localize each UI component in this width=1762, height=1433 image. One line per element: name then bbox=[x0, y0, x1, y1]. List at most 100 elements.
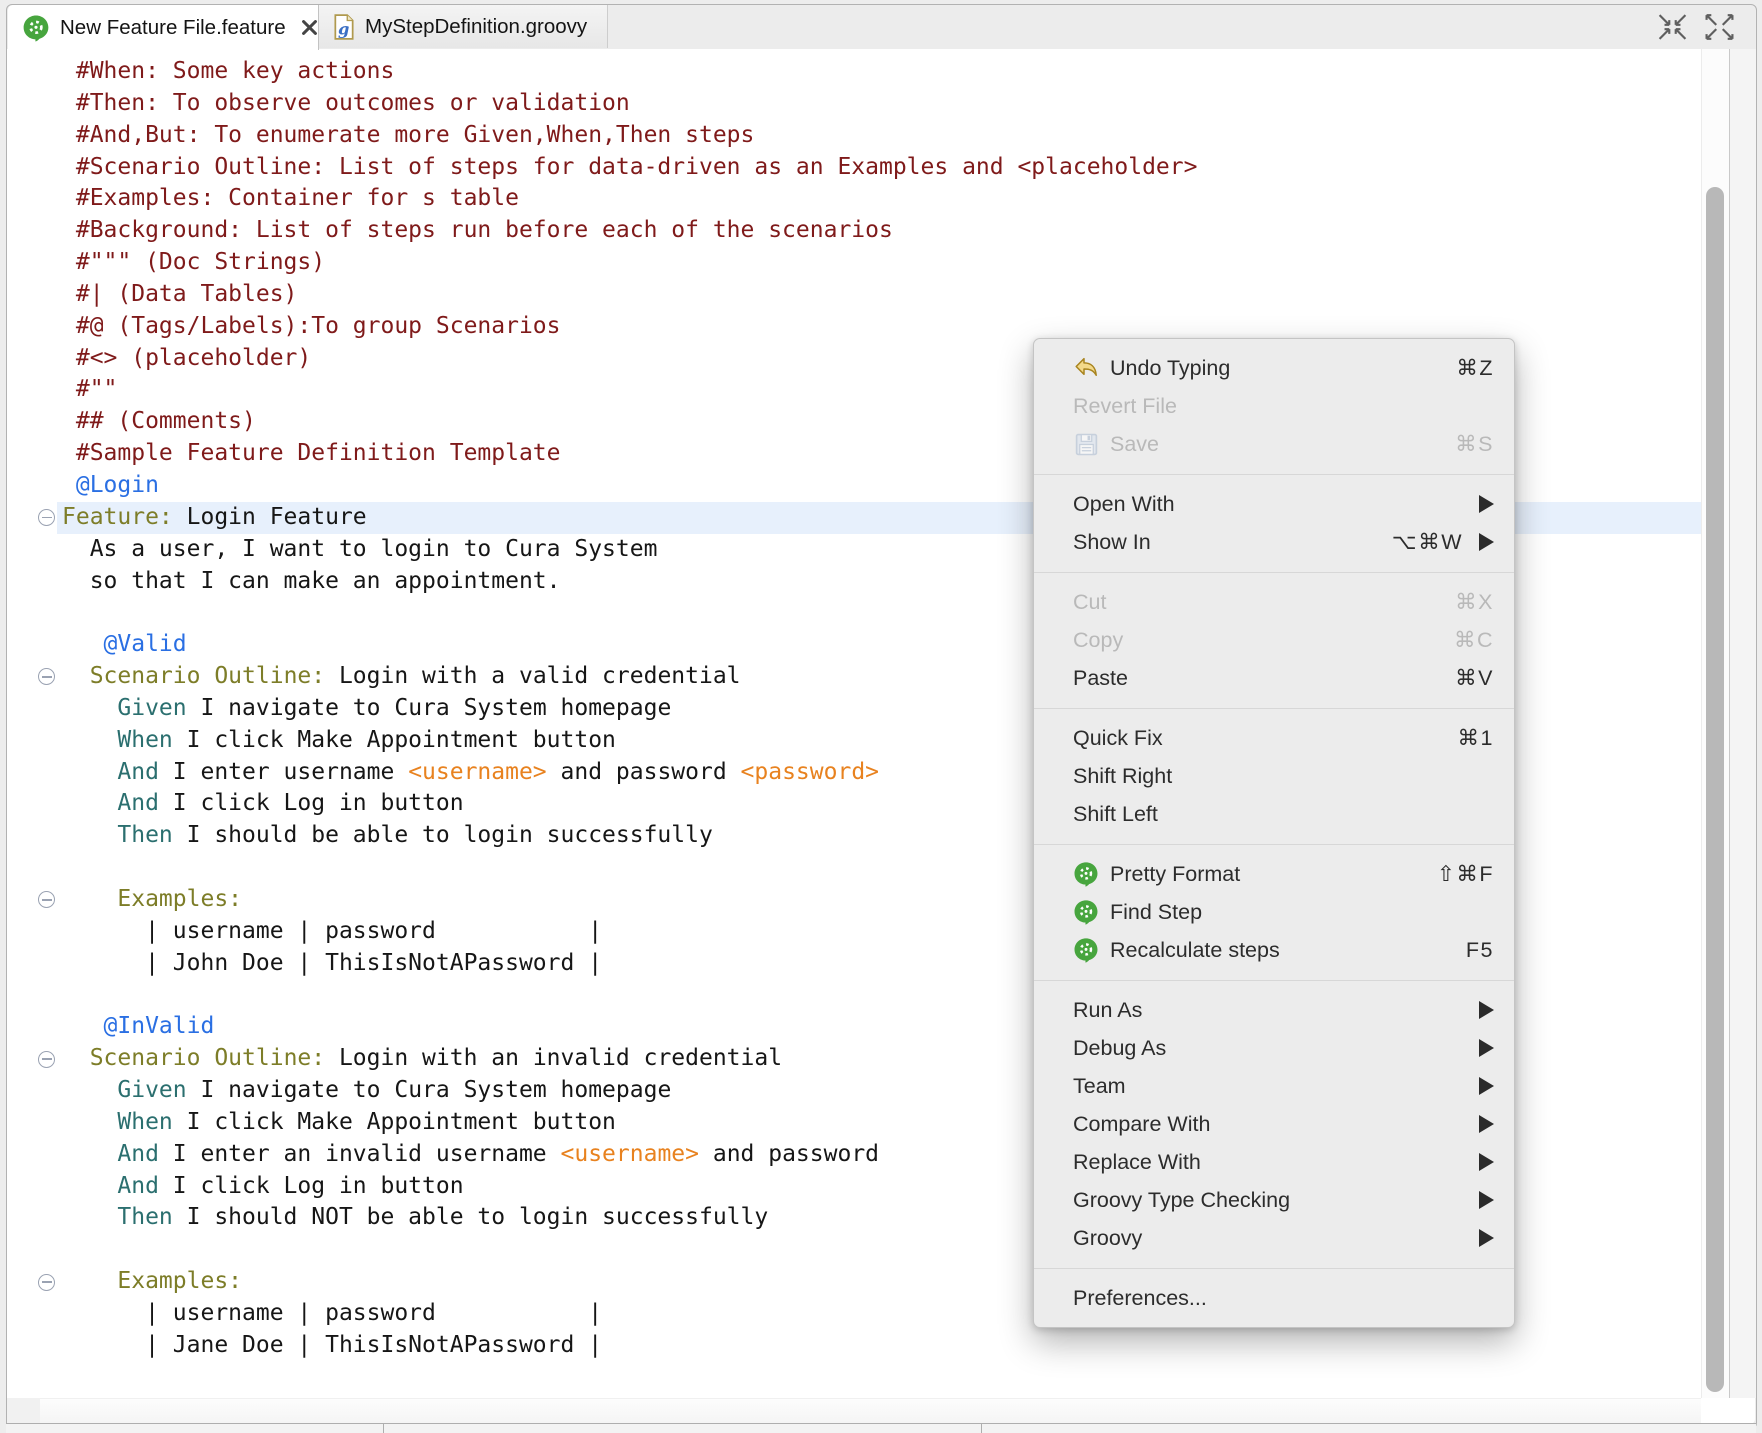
menu-item-label: Undo Typing bbox=[1110, 356, 1230, 381]
menu-item-recalculate-steps[interactable]: Recalculate steps F5 bbox=[1034, 931, 1514, 969]
code-line[interactable]: #And,But: To enumerate more Given,When,T… bbox=[57, 120, 1701, 152]
code-line[interactable]: #Background: List of steps run before ea… bbox=[57, 215, 1701, 247]
menu-item-label: Pretty Format bbox=[1110, 862, 1240, 887]
cucumber-icon bbox=[1073, 899, 1099, 925]
menu-item-find-step[interactable]: Find Step bbox=[1034, 893, 1514, 931]
submenu-arrow-icon bbox=[1479, 1077, 1494, 1095]
menu-item-compare-with[interactable]: Compare With bbox=[1034, 1105, 1514, 1143]
menu-item-label: Recalculate steps bbox=[1110, 938, 1280, 963]
code-line[interactable]: | Jane Doe | ThisIsNotAPassword | bbox=[57, 1330, 1701, 1362]
menu-separator bbox=[1034, 474, 1514, 475]
menu-item-label: Paste bbox=[1073, 666, 1128, 691]
cucumber-icon bbox=[22, 14, 50, 42]
menu-item-label: Groovy bbox=[1073, 1226, 1142, 1251]
menu-item-label: Revert File bbox=[1073, 394, 1177, 419]
menu-item-label: Replace With bbox=[1073, 1150, 1201, 1175]
menu-item-open-with[interactable]: Open With bbox=[1034, 485, 1514, 523]
maximize-icon[interactable] bbox=[1703, 13, 1736, 41]
menu-shortcut: ⌥⌘W bbox=[1392, 530, 1463, 555]
menu-item-team[interactable]: Team bbox=[1034, 1067, 1514, 1105]
menu-item-label: Cut bbox=[1073, 590, 1106, 615]
undo-icon bbox=[1073, 355, 1099, 382]
menu-item-copy: Copy ⌘C bbox=[1034, 621, 1514, 659]
submenu-arrow-icon bbox=[1479, 1191, 1494, 1209]
menu-separator bbox=[1034, 708, 1514, 709]
submenu-arrow-icon bbox=[1479, 1115, 1494, 1133]
menu-item-label: Run As bbox=[1073, 998, 1142, 1023]
menu-item-label: Groovy Type Checking bbox=[1073, 1188, 1290, 1213]
tab-new-feature-file[interactable]: New Feature File.feature bbox=[8, 5, 319, 50]
menu-item-debug-as[interactable]: Debug As bbox=[1034, 1029, 1514, 1067]
menu-item-show-in[interactable]: Show In ⌥⌘W bbox=[1034, 523, 1514, 561]
eclipse-window: { "tabs": [ {"title": "New Feature File.… bbox=[0, 0, 1762, 1432]
code-line[interactable]: #Examples: Container for s table bbox=[57, 183, 1701, 215]
view-controls bbox=[1656, 13, 1736, 41]
code-line[interactable]: #""" (Doc Strings) bbox=[57, 247, 1701, 279]
menu-item-paste[interactable]: Paste ⌘V bbox=[1034, 659, 1514, 697]
menu-item-label: Compare With bbox=[1073, 1112, 1210, 1137]
fold-collapse-marker[interactable] bbox=[38, 1051, 55, 1068]
vertical-scrollbar-thumb[interactable] bbox=[1706, 187, 1724, 1392]
menu-item-revert-file: Revert File bbox=[1034, 387, 1514, 425]
menu-item-shift-right[interactable]: Shift Right bbox=[1034, 757, 1514, 795]
menu-shortcut: ⌘C bbox=[1454, 628, 1494, 653]
menu-item-label: Shift Left bbox=[1073, 802, 1158, 827]
code-line[interactable]: #When: Some key actions bbox=[57, 56, 1701, 88]
close-icon[interactable] bbox=[300, 18, 319, 37]
cucumber-icon bbox=[1073, 937, 1099, 963]
context-menu: Undo Typing ⌘Z Revert File Save⌘S Open With S… bbox=[1033, 338, 1515, 1328]
submenu-arrow-icon bbox=[1479, 1001, 1494, 1019]
vertical-scrollbar[interactable] bbox=[1701, 49, 1729, 1398]
svg-text:g: g bbox=[338, 19, 349, 38]
code-line[interactable]: #Then: To observe outcomes or validation bbox=[57, 88, 1701, 120]
tab-title: MyStepDefinition.groovy bbox=[365, 15, 587, 39]
menu-item-quick-fix[interactable]: Quick Fix ⌘1 bbox=[1034, 719, 1514, 757]
menu-item-replace-with[interactable]: Replace With bbox=[1034, 1143, 1514, 1181]
tab-title: New Feature File.feature bbox=[60, 16, 286, 40]
menu-item-label: Show In bbox=[1073, 530, 1151, 555]
horizontal-scrollbar[interactable] bbox=[40, 1398, 1701, 1425]
menu-item-pretty-format[interactable]: Pretty Format ⇧⌘F bbox=[1034, 855, 1514, 893]
menu-item-shift-left[interactable]: Shift Left bbox=[1034, 795, 1514, 833]
submenu-arrow-icon bbox=[1479, 533, 1494, 551]
menu-separator bbox=[1034, 1268, 1514, 1269]
menu-separator bbox=[1034, 980, 1514, 981]
save-icon bbox=[1073, 432, 1099, 457]
menu-item-label: Copy bbox=[1073, 628, 1123, 653]
menu-shortcut: ⌘S bbox=[1455, 432, 1494, 457]
menu-item-undo-typing[interactable]: Undo Typing ⌘Z bbox=[1034, 349, 1514, 387]
menu-item-preferences[interactable]: Preferences... bbox=[1034, 1279, 1514, 1317]
menu-shortcut: ⌘V bbox=[1455, 666, 1494, 691]
code-line[interactable]: #Scenario Outline: List of steps for dat… bbox=[57, 152, 1701, 184]
menu-item-label: Team bbox=[1073, 1074, 1126, 1099]
overview-ruler bbox=[1729, 49, 1756, 1398]
submenu-arrow-icon bbox=[1479, 1039, 1494, 1057]
menu-item-save: Save⌘S bbox=[1034, 425, 1514, 463]
menu-separator bbox=[1034, 844, 1514, 845]
minimize-icon[interactable] bbox=[1656, 13, 1689, 41]
menu-item-label: Shift Right bbox=[1073, 764, 1172, 789]
code-line[interactable]: #| (Data Tables) bbox=[57, 279, 1701, 311]
menu-item-label: Quick Fix bbox=[1073, 726, 1163, 751]
menu-item-label: Find Step bbox=[1110, 900, 1202, 925]
menu-shortcut: ⌘1 bbox=[1458, 726, 1494, 751]
submenu-arrow-icon bbox=[1479, 1153, 1494, 1171]
scrollbar-corner bbox=[7, 1398, 40, 1424]
menu-shortcut: F5 bbox=[1466, 938, 1494, 963]
menu-item-groovy-type-checking[interactable]: Groovy Type Checking bbox=[1034, 1181, 1514, 1219]
menu-shortcut: ⌘Z bbox=[1456, 356, 1494, 381]
fold-collapse-marker[interactable] bbox=[38, 509, 55, 526]
menu-item-cut: Cut ⌘X bbox=[1034, 583, 1514, 621]
menu-item-label: Open With bbox=[1073, 492, 1175, 517]
submenu-arrow-icon bbox=[1479, 495, 1494, 513]
menu-item-label: Preferences... bbox=[1073, 1286, 1207, 1311]
menu-item-run-as[interactable]: Run As bbox=[1034, 991, 1514, 1029]
submenu-arrow-icon bbox=[1479, 1229, 1494, 1247]
cucumber-icon bbox=[1073, 861, 1099, 887]
menu-shortcut: ⇧⌘F bbox=[1437, 862, 1494, 887]
groovy-file-icon: g bbox=[333, 14, 355, 40]
fold-collapse-marker[interactable] bbox=[38, 1274, 55, 1291]
menu-shortcut: ⌘X bbox=[1455, 590, 1494, 615]
tab-mystepdefinition[interactable]: g MyStepDefinition.groovy bbox=[319, 5, 608, 48]
menu-item-groovy[interactable]: Groovy bbox=[1034, 1219, 1514, 1257]
